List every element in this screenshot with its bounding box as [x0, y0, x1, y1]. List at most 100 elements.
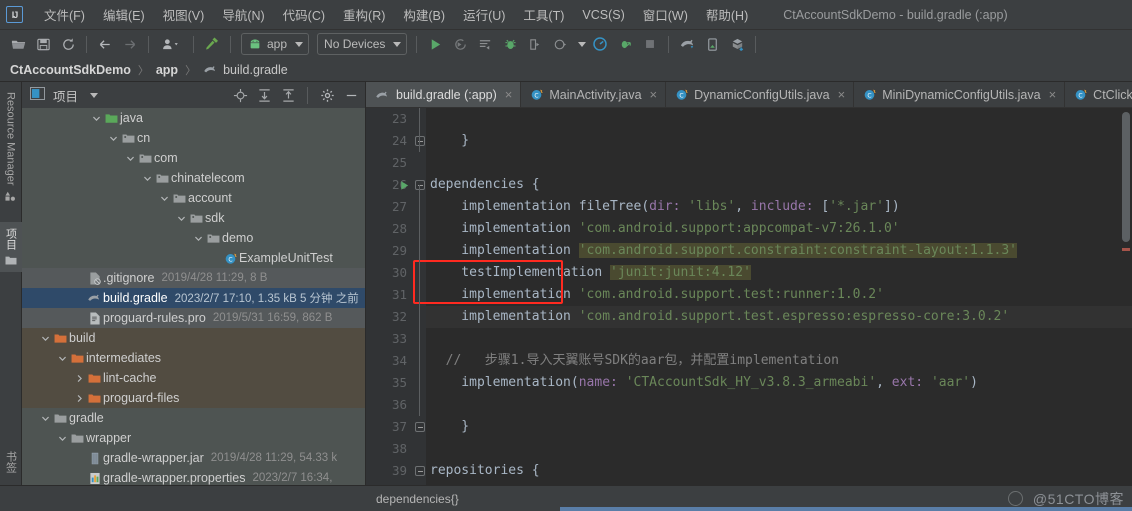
avd-manager-icon[interactable] [700, 33, 724, 55]
chevron-down-icon[interactable] [124, 154, 137, 163]
open-folder-icon[interactable] [6, 33, 30, 55]
code-line[interactable]: implementation fileTree(dir: 'libs', inc… [426, 196, 1132, 218]
tree-row[interactable]: chinatelecom [22, 168, 365, 188]
save-icon[interactable] [31, 33, 55, 55]
code-line[interactable]: // 步骤1.导入天翼账号SDK的aar包，并配置implementation [426, 350, 1132, 372]
menu-tools[interactable]: 工具(T) [514, 3, 573, 26]
close-icon[interactable]: × [1049, 87, 1057, 102]
project-file-tree[interactable]: java cn com chinatelecom account sdk demo C Exam… [22, 108, 365, 485]
breadcrumb-module[interactable]: app [156, 63, 178, 77]
code-line[interactable]: repositories { [426, 460, 1132, 482]
menu-window[interactable]: 窗口(W) [634, 3, 697, 26]
tree-row[interactable]: proguard-files [22, 388, 365, 408]
chevron-down-icon[interactable] [107, 134, 120, 143]
chevron-down-icon[interactable] [141, 174, 154, 183]
fold-toggle-icon[interactable] [415, 136, 425, 146]
breadcrumb-file[interactable]: build.gradle [223, 63, 288, 77]
close-icon[interactable]: × [650, 87, 658, 102]
menu-navigate[interactable]: 导航(N) [213, 3, 273, 26]
debug-apk-icon[interactable] [613, 33, 637, 55]
editor-tab[interactable]: C MiniDynamicConfigUtils.java × [854, 82, 1066, 107]
tree-row[interactable]: C ExampleUnitTest [22, 248, 365, 268]
code-line[interactable] [426, 394, 1132, 416]
tree-row[interactable]: demo [22, 228, 365, 248]
code-text[interactable]: } dependencies { implementation fileTree… [426, 108, 1132, 485]
error-stripe-marker[interactable] [1122, 248, 1130, 251]
chevron-down-icon[interactable] [56, 354, 69, 363]
back-arrow-icon[interactable] [93, 33, 117, 55]
sync-icon[interactable] [56, 33, 80, 55]
code-line[interactable]: } [426, 130, 1132, 152]
chevron-right-icon[interactable] [73, 394, 86, 403]
code-line[interactable]: testImplementation 'junit:junit:4.12' [426, 262, 1132, 284]
settings-gear-icon[interactable] [317, 85, 337, 105]
run-configuration-selector[interactable]: app [241, 33, 310, 55]
forward-arrow-icon[interactable] [118, 33, 142, 55]
code-line[interactable]: implementation 'com.android.support:appc… [426, 218, 1132, 240]
editor-tab[interactable]: C MainActivity.java × [521, 82, 667, 107]
tree-row[interactable]: java [22, 108, 365, 128]
tree-row[interactable]: build.gradle 2023/2/7 17:10, 1.35 kB 5 分钟… [22, 288, 365, 308]
menu-file[interactable]: 文件(F) [35, 3, 94, 26]
code-line[interactable]: implementation 'com.android.support.cons… [426, 240, 1132, 262]
chevron-down-icon[interactable] [158, 194, 171, 203]
tree-row[interactable]: proguard-rules.pro 2019/5/31 16:59, 862 B [22, 308, 365, 328]
code-line[interactable] [426, 328, 1132, 350]
hide-panel-icon[interactable] [341, 85, 361, 105]
menu-build[interactable]: 构建(B) [394, 3, 454, 26]
chevron-right-icon[interactable] [73, 374, 86, 383]
collapse-all-icon[interactable] [278, 85, 298, 105]
code-line[interactable]: } [426, 416, 1132, 438]
editor-tab[interactable]: C DynamicConfigUtils.java × [666, 82, 855, 107]
code-line[interactable]: implementation 'com.android.support.test… [426, 306, 1132, 328]
debug-icon[interactable] [498, 33, 522, 55]
menu-run[interactable]: 运行(U) [454, 3, 514, 26]
code-line[interactable]: dependencies { [426, 174, 1132, 196]
fold-toggle-icon[interactable] [415, 180, 425, 190]
editor-tab[interactable]: build.gradle (:app) × [366, 82, 522, 107]
gradle-sync-icon[interactable] [675, 33, 699, 55]
tree-row[interactable]: sdk [22, 208, 365, 228]
breadcrumb-project[interactable]: CtAccountSdkDemo [10, 63, 131, 77]
tree-row[interactable]: gradle-wrapper.jar 2019/4/28 11:29, 54.33… [22, 448, 365, 468]
stop-icon[interactable] [638, 33, 662, 55]
search-everywhere-icon[interactable] [1007, 491, 1023, 506]
chevron-down-icon[interactable] [90, 114, 103, 123]
fold-toggle-icon[interactable] [415, 422, 425, 432]
code-line[interactable]: implementation 'com.android.support.test… [426, 284, 1132, 306]
tree-row[interactable]: account [22, 188, 365, 208]
code-line[interactable] [426, 152, 1132, 174]
build-hammer-icon[interactable] [200, 33, 224, 55]
chevron-down-icon[interactable] [192, 234, 205, 243]
chevron-down-icon[interactable] [175, 214, 188, 223]
profile-icon[interactable] [548, 33, 572, 55]
tree-row[interactable]: cn [22, 128, 365, 148]
tree-row[interactable]: gradle [22, 408, 365, 428]
close-icon[interactable]: × [505, 87, 513, 102]
chevron-down-icon[interactable] [39, 334, 52, 343]
profiler-dropdown-icon[interactable] [573, 33, 587, 55]
apply-changes-icon[interactable] [473, 33, 497, 55]
code-editor[interactable]: 23 24 25 26 27 28 29 30 31 32 33 34 35 36 37 38 39 } dep… [366, 108, 1132, 485]
tree-row[interactable]: gradle-wrapper.properties 2023/2/7 16:34, [22, 468, 365, 485]
menu-help[interactable]: 帮助(H) [697, 3, 757, 26]
editor-tab[interactable]: CCtClick× [1065, 82, 1132, 107]
menu-edit[interactable]: 编辑(E) [94, 3, 154, 26]
rail-bookmarks[interactable]: 书签 [0, 445, 22, 479]
expand-all-icon[interactable] [254, 85, 274, 105]
rail-project[interactable]: 项目 [0, 221, 22, 272]
menu-code[interactable]: 代码(C) [274, 3, 334, 26]
run-gutter-icon[interactable] [399, 180, 410, 191]
chevron-down-icon[interactable] [39, 414, 52, 423]
menu-vcs[interactable]: VCS(S) [573, 6, 633, 24]
run-icon[interactable] [423, 33, 447, 55]
tree-row[interactable]: lint-cache [22, 368, 365, 388]
chevron-down-icon[interactable] [90, 92, 99, 98]
chevron-down-icon[interactable] [56, 434, 69, 443]
device-selector[interactable]: No Devices [317, 33, 408, 55]
tree-row[interactable]: intermediates [22, 348, 365, 368]
attach-debugger-icon[interactable] [523, 33, 547, 55]
rail-resource-manager[interactable]: Resource Manager [2, 86, 20, 208]
close-icon[interactable]: × [838, 87, 846, 102]
code-line[interactable]: implementation(name: 'CTAccountSdk_HY_v3… [426, 372, 1132, 394]
